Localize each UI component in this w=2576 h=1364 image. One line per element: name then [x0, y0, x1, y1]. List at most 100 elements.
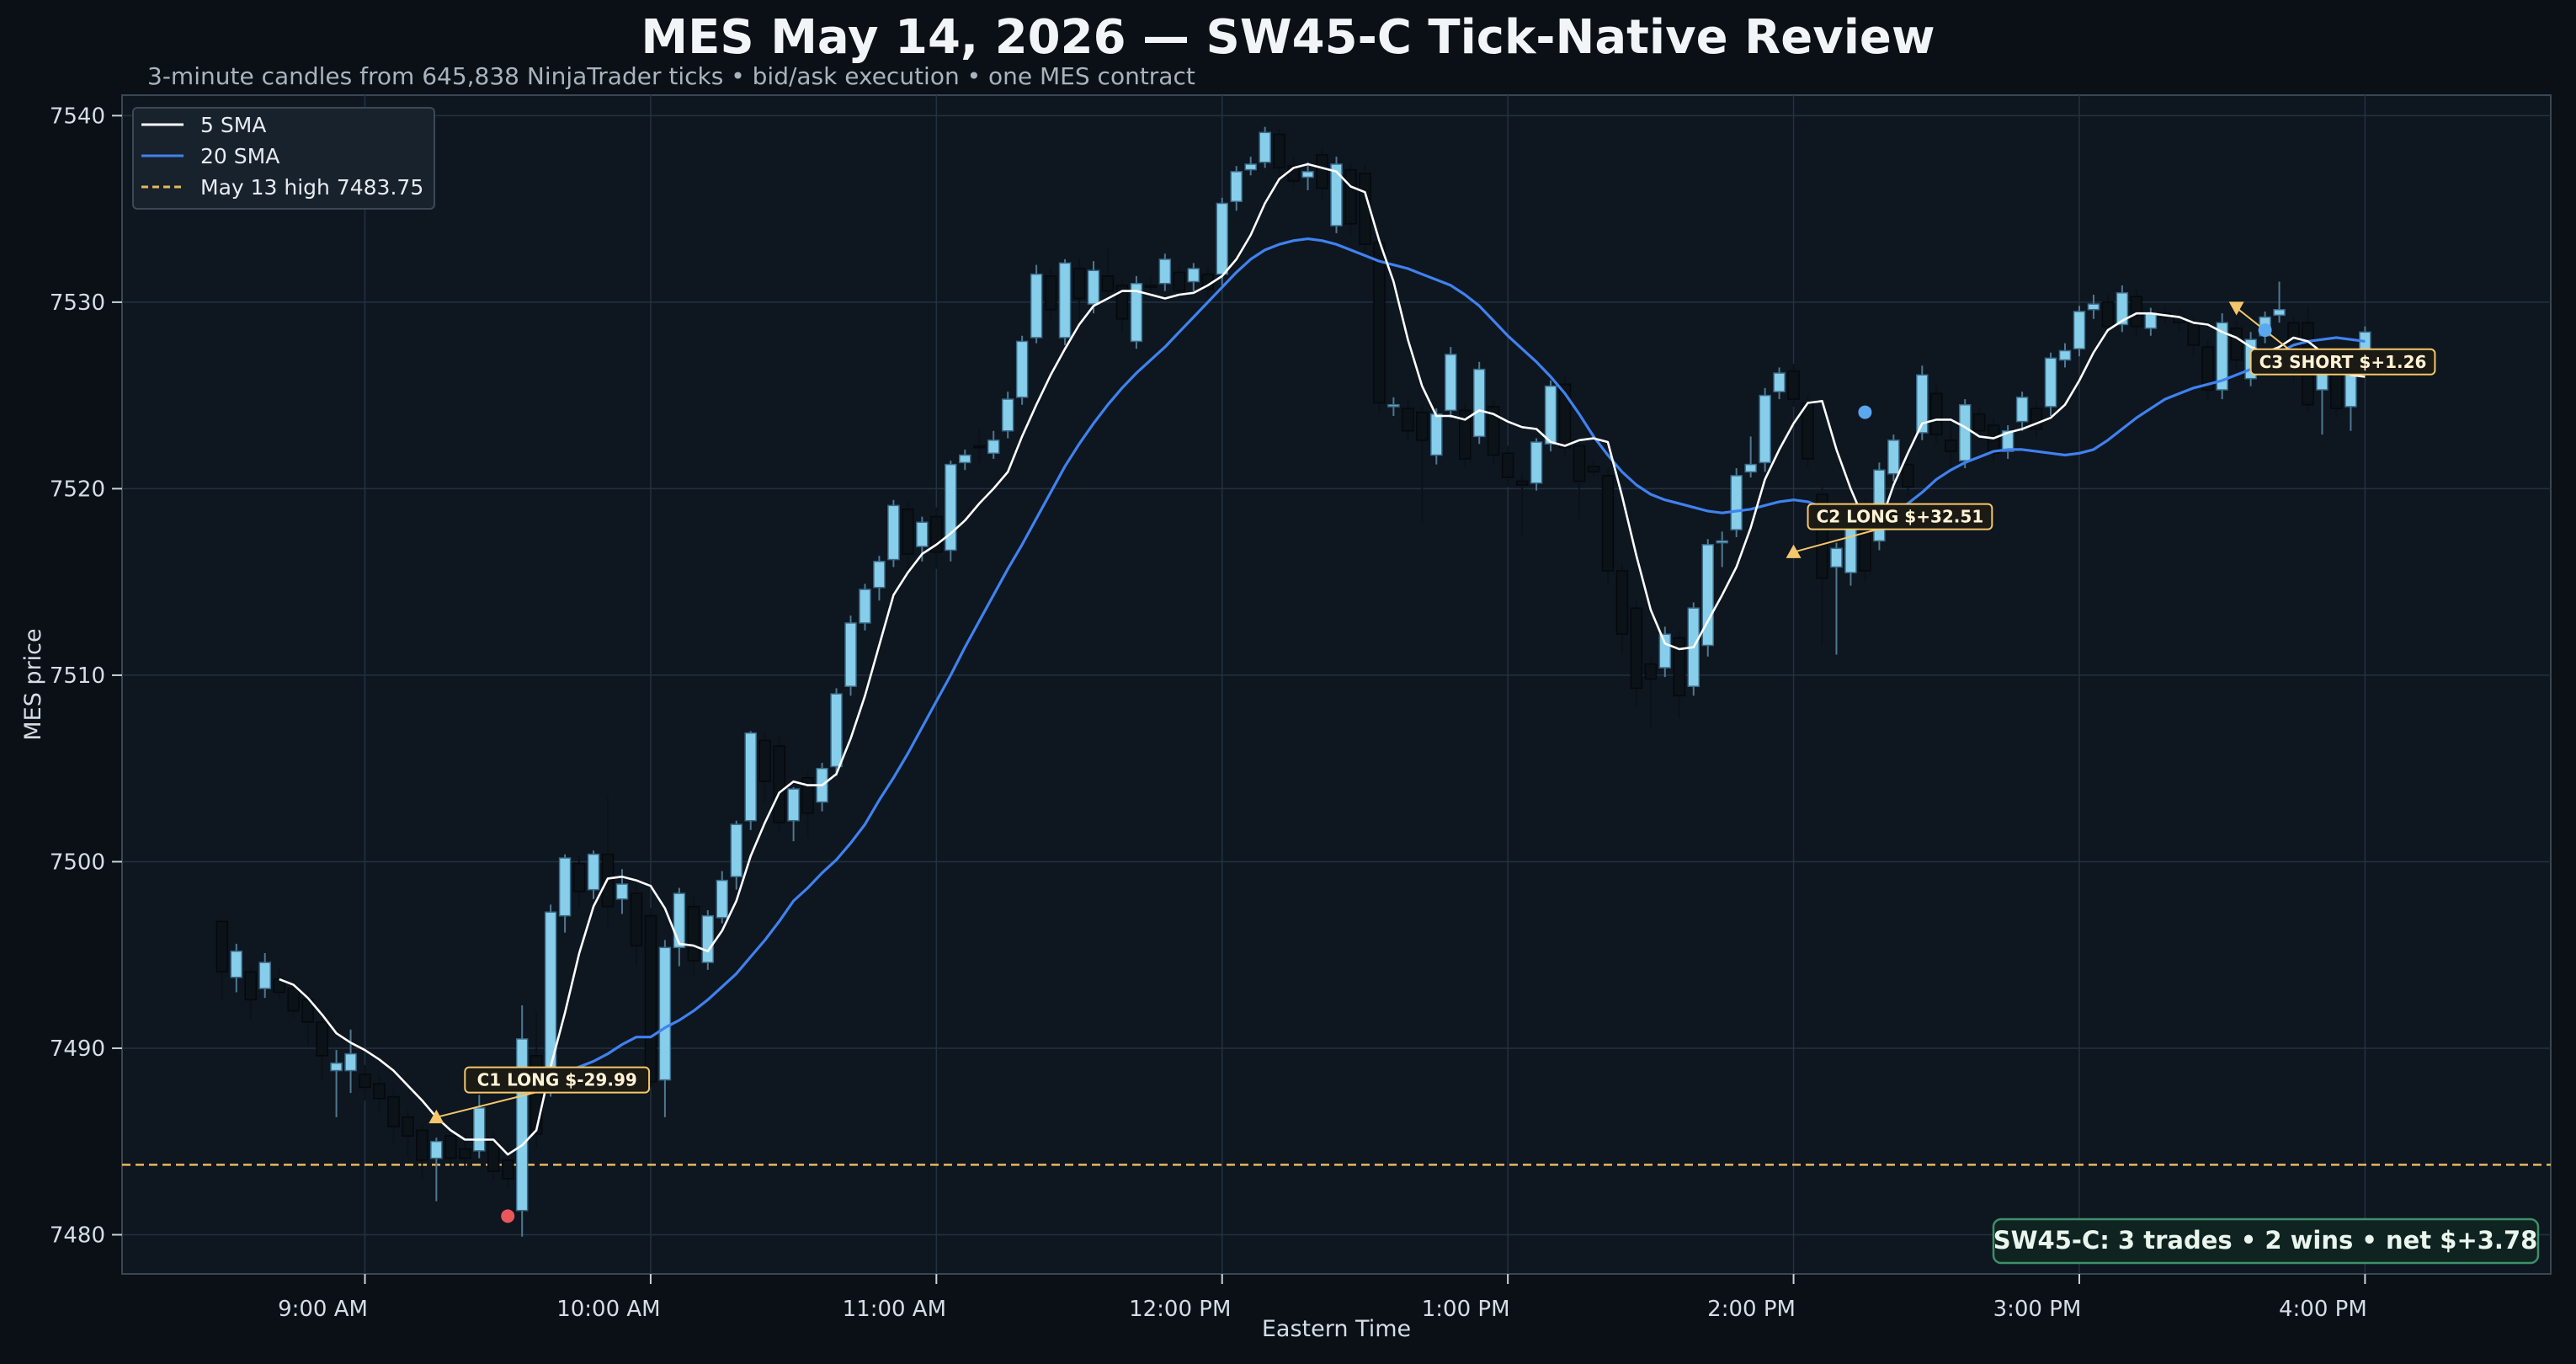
x-tick-label: 4:00 PM — [2279, 1297, 2367, 1322]
candle-body-up — [515, 1038, 529, 1212]
candle — [1458, 402, 1472, 469]
candle — [1030, 264, 1043, 344]
candle-body-up — [1530, 441, 1543, 484]
candle-body-down — [1573, 445, 1586, 482]
candle-body-down — [758, 739, 771, 782]
y-tick-label: 7500 — [50, 850, 105, 875]
candle-body-down — [1344, 168, 1357, 225]
candle — [744, 731, 757, 830]
candle-body-up — [1158, 258, 1172, 285]
candle-body-up — [787, 788, 800, 822]
candle-body-down — [630, 892, 643, 946]
y-axis-label: MES price — [20, 628, 46, 740]
candle-body-up — [1259, 131, 1271, 163]
candle — [844, 615, 857, 696]
candle-body-down — [459, 1148, 471, 1159]
candle — [1530, 438, 1543, 491]
x-tick-label: 12:00 PM — [1129, 1297, 1231, 1322]
candle-body-up — [744, 732, 757, 822]
candle-body-down — [1416, 411, 1429, 441]
candle-body-down — [902, 509, 914, 555]
candle-body-down — [1402, 408, 1414, 432]
candle — [701, 910, 715, 970]
y-tick-label: 7520 — [50, 477, 105, 502]
candle-body-up — [1387, 403, 1400, 408]
candle — [1445, 347, 1457, 418]
candle-body-down — [216, 920, 229, 972]
candle-body-down — [2130, 296, 2143, 328]
trade-exit-marker — [501, 1209, 515, 1223]
candle-body-down — [1515, 480, 1529, 486]
candle-body-up — [1001, 398, 1014, 432]
y-tick-label: 7490 — [50, 1036, 105, 1062]
candle — [1130, 275, 1143, 349]
candle-body-up — [887, 504, 900, 561]
candle-body-down — [1930, 392, 1943, 435]
candle — [1958, 399, 1972, 469]
candle-body-up — [730, 823, 742, 877]
x-tick-label: 2:00 PM — [1707, 1297, 1796, 1322]
candle-body-down — [1615, 570, 1629, 635]
legend-label: 5 SMA — [200, 113, 266, 137]
candle-body-down — [1630, 607, 1643, 690]
candle — [1330, 157, 1343, 233]
candle-body-down — [1501, 452, 1514, 478]
candle-body-up — [1472, 368, 1486, 438]
candle-body-up — [1330, 163, 1343, 226]
candle — [644, 908, 657, 1088]
candle — [515, 1005, 529, 1237]
candle-body-up — [587, 853, 600, 891]
y-tick-label: 7510 — [50, 663, 105, 689]
candle-body-down — [1644, 663, 1658, 680]
candle-body-up — [2087, 303, 2100, 311]
x-tick-label: 1:00 PM — [1422, 1297, 1510, 1322]
candle-body-up — [701, 914, 715, 963]
candle-body-up — [473, 1107, 486, 1152]
trade-exit-marker — [1858, 405, 1872, 419]
candle-body-down — [1144, 285, 1158, 288]
candle-body-up — [859, 589, 871, 624]
candle-body-up — [1015, 340, 1029, 398]
candle-body-up — [230, 951, 243, 978]
candle — [1687, 602, 1700, 696]
candle-body-up — [1730, 475, 1743, 530]
candle-body-up — [1716, 540, 1728, 544]
candle-body-up — [2073, 311, 2086, 350]
candle-body-up — [873, 561, 886, 589]
candle-body-up — [2058, 349, 2072, 361]
candle-body-down — [1373, 242, 1386, 404]
legend-label: May 13 high 7483.75 — [200, 175, 423, 200]
candle-body-down — [2187, 322, 2200, 346]
candle-body-up — [2015, 397, 2029, 423]
trade-label: C1 LONG $-29.99 — [477, 1070, 637, 1090]
candle-body-up — [430, 1140, 443, 1159]
candle-body-down — [402, 1116, 414, 1137]
x-axis-label: Eastern Time — [1262, 1316, 1411, 1342]
y-tick-label: 7530 — [50, 290, 105, 316]
candle-body-up — [544, 911, 557, 1089]
trade-label: C2 LONG $+32.51 — [1817, 507, 1984, 527]
legend: 5 SMA 20 SMA May 13 high 7483.75 — [132, 107, 435, 210]
candle-body-up — [344, 1052, 357, 1072]
y-tick-label: 7540 — [50, 104, 105, 129]
trade-label: C3 SHORT $+1.26 — [2259, 352, 2427, 372]
candle-body-up — [844, 622, 857, 687]
candle-body-down — [1173, 271, 1186, 292]
candle-body-down — [2330, 372, 2343, 409]
x-tick-label: 9:00 AM — [278, 1297, 368, 1322]
candle-body-up — [1773, 372, 1786, 392]
candle — [1015, 335, 1029, 405]
candle-body-up — [558, 857, 572, 917]
candle-body-down — [1044, 275, 1057, 311]
candle-body-up — [1744, 463, 1757, 473]
candle — [1259, 126, 1271, 168]
candle-body-down — [1944, 440, 1957, 452]
candle — [2073, 306, 2086, 357]
candle-body-down — [1101, 275, 1115, 292]
candle — [1487, 399, 1500, 465]
candle-body-up — [1087, 269, 1100, 305]
candle — [859, 583, 871, 631]
candle-body-down — [2101, 301, 2115, 328]
chart-stage: MES May 14, 2026 — SW45-C Tick-Native Re… — [0, 0, 2576, 1364]
candle-body-down — [244, 971, 257, 1001]
